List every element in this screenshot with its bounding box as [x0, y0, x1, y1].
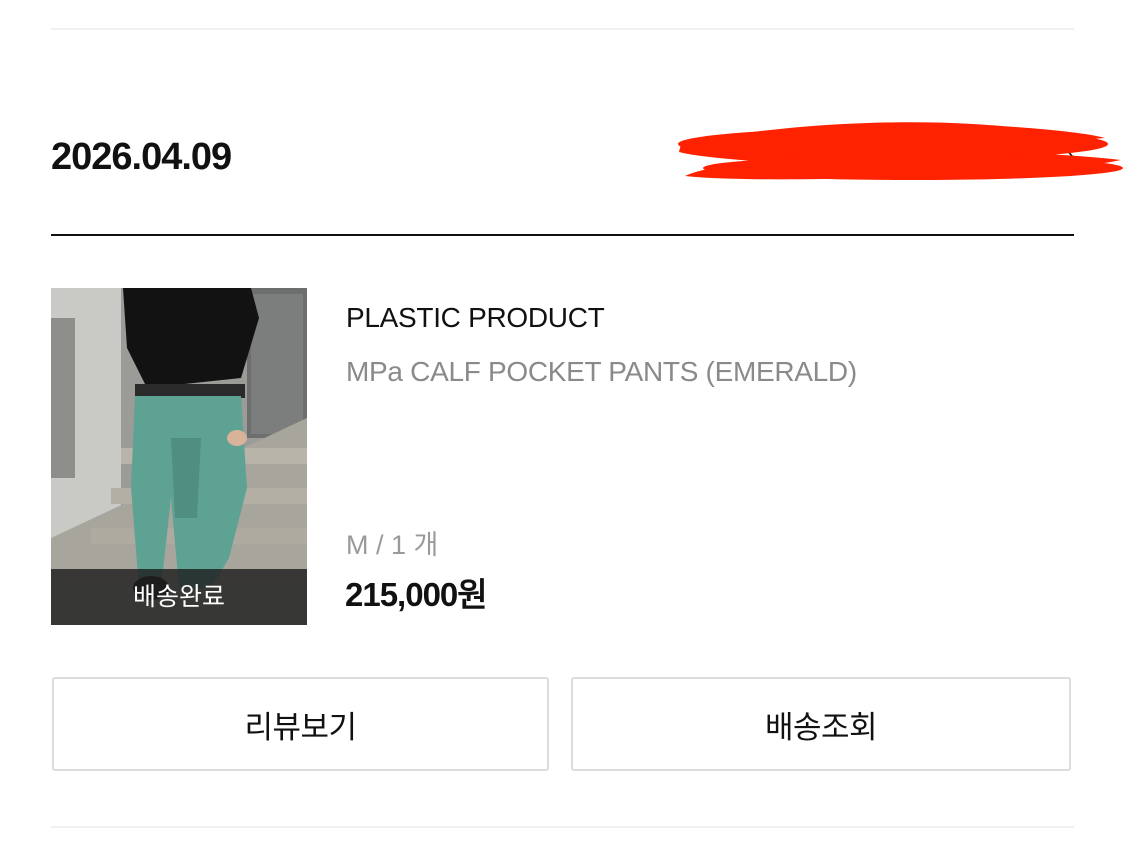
option-quantity: M / 1 개: [346, 530, 439, 560]
view-review-button[interactable]: 리뷰보기: [52, 677, 549, 771]
section-divider: [51, 234, 1074, 236]
order-header: 2026.04.09 ›: [51, 120, 1123, 200]
price: 215,000원: [345, 576, 488, 613]
redaction-scribble: [678, 122, 1123, 180]
delivery-status-badge: 배송완료: [51, 569, 307, 625]
track-delivery-button[interactable]: 배송조회: [571, 677, 1071, 771]
order-date: 2026.04.09: [51, 136, 232, 178]
bottom-divider: [51, 826, 1074, 828]
brand-name[interactable]: PLASTIC PRODUCT: [346, 302, 605, 334]
top-divider: [51, 28, 1074, 30]
product-image[interactable]: 배송완료: [51, 288, 307, 625]
product-name[interactable]: MPa CALF POCKET PANTS (EMERALD): [346, 356, 857, 388]
order-history-page: 2026.04.09 › 배송완료 PLASTIC PRODUCT MPa CA…: [0, 0, 1125, 854]
